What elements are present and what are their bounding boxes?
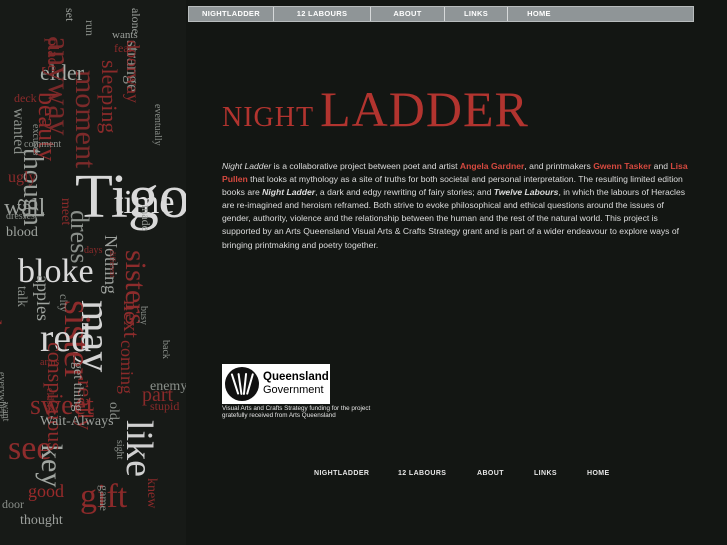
word-cloud-word: comment xyxy=(24,139,62,150)
word-cloud-image: strange moment wants time Tigo may sister siste… xyxy=(0,0,186,545)
word-cloud-word: made xyxy=(139,205,153,231)
queensland-crest-icon xyxy=(225,367,259,401)
word-cloud-word: blood xyxy=(6,225,38,240)
funding-caption: Visual Arts and Crafts Strategy funding … xyxy=(222,405,371,419)
word-cloud-word: get thing xyxy=(70,362,85,412)
word-cloud-word: days xyxy=(84,245,103,256)
word-cloud-word: Wait-Always xyxy=(40,414,114,429)
nav-about[interactable]: ABOUT xyxy=(371,7,445,21)
word-cloud-word: talk xyxy=(14,286,29,307)
nav-nightladder[interactable]: NIGHTLADDER xyxy=(189,7,274,21)
word-cloud-word: knew xyxy=(144,478,159,509)
word-cloud-word: door xyxy=(2,497,24,511)
footer-nav-about[interactable]: ABOUT xyxy=(477,470,504,477)
word-cloud-word: coming xyxy=(117,340,137,394)
word-cloud-word: set xyxy=(63,8,77,22)
word-cloud-word: alone xyxy=(129,8,143,34)
word-cloud-word: ugly xyxy=(8,169,37,186)
word-cloud-word: elders xyxy=(44,388,55,412)
nav-links[interactable]: LINKS xyxy=(445,7,508,21)
book-title-night-ladder: Night Ladder xyxy=(262,187,316,198)
word-cloud-word: sleeping xyxy=(97,60,122,134)
word-cloud-word: like xyxy=(118,420,160,477)
word-cloud-word: sight xyxy=(114,440,125,460)
word-cloud-word: eventually xyxy=(152,104,163,146)
word-cloud-word: apples xyxy=(33,275,53,321)
word-cloud-word: part xyxy=(142,384,174,406)
word-cloud-word: dresses xyxy=(6,211,35,222)
intro-paragraph: Night Ladder is a collaborative project … xyxy=(222,160,688,252)
footer-nav-links[interactable]: LINKS xyxy=(534,470,557,477)
word-cloud-word: deck xyxy=(14,91,37,105)
footer-nav-12-labours[interactable]: 12 LABOURS xyxy=(398,470,446,477)
footer-nav-home[interactable]: HOME xyxy=(587,470,610,477)
title-ladder: LADDER xyxy=(320,81,529,137)
nav-home[interactable]: HOME xyxy=(508,7,570,21)
intro-text: is a collaborative project between poet … xyxy=(271,161,460,171)
intro-project-name: Night Ladder xyxy=(222,161,272,171)
title-night: NIGHT xyxy=(222,102,315,133)
nav-12-labours[interactable]: 12 LABOURS xyxy=(274,7,371,21)
bottom-navigation: NIGHTLADDER 12 LABOURS ABOUT LINKS HOME xyxy=(300,470,630,482)
book-title-twelve-labours: Twelve Labours xyxy=(493,187,559,198)
word-cloud-word: doorway xyxy=(123,40,143,103)
word-cloud-word: back xyxy=(160,340,171,359)
word-cloud-word: want xyxy=(0,402,11,422)
printmaker-link-tasker[interactable]: Gwenn Tasker xyxy=(593,161,651,171)
intro-text: , a dark and edgy rewriting of fairy sto… xyxy=(315,187,494,198)
intro-text: and xyxy=(651,161,671,171)
footer-nav-nightladder[interactable]: NIGHTLADDER xyxy=(314,470,369,477)
poet-link[interactable]: Angela Gardner xyxy=(460,161,524,171)
word-cloud-word: arms xyxy=(40,357,60,368)
word-cloud-word: game xyxy=(97,485,111,511)
intro-text: , and printmakers xyxy=(524,161,594,171)
site-title: NIGHT LADDER xyxy=(222,80,529,137)
word-cloud-word: city xyxy=(57,294,71,312)
word-cloud-word: different xyxy=(108,250,117,278)
top-navigation: NIGHTLADDER 12 LABOURS ABOUT LINKS HOME xyxy=(188,6,694,22)
word-cloud-word: smooth xyxy=(0,234,3,293)
word-cloud-word: meet xyxy=(58,198,73,226)
logo-line-2: Government xyxy=(263,384,324,396)
logo-text: Queensland Government xyxy=(263,371,329,397)
word-cloud-word: busy xyxy=(138,306,149,325)
word-cloud-word: anyway xyxy=(42,36,78,136)
word-cloud-word: thought xyxy=(20,513,63,528)
queensland-government-logo[interactable]: Queensland Government xyxy=(222,364,330,404)
logo-line-1: Queensland xyxy=(263,371,329,383)
word-cloud-word: run xyxy=(83,20,97,36)
